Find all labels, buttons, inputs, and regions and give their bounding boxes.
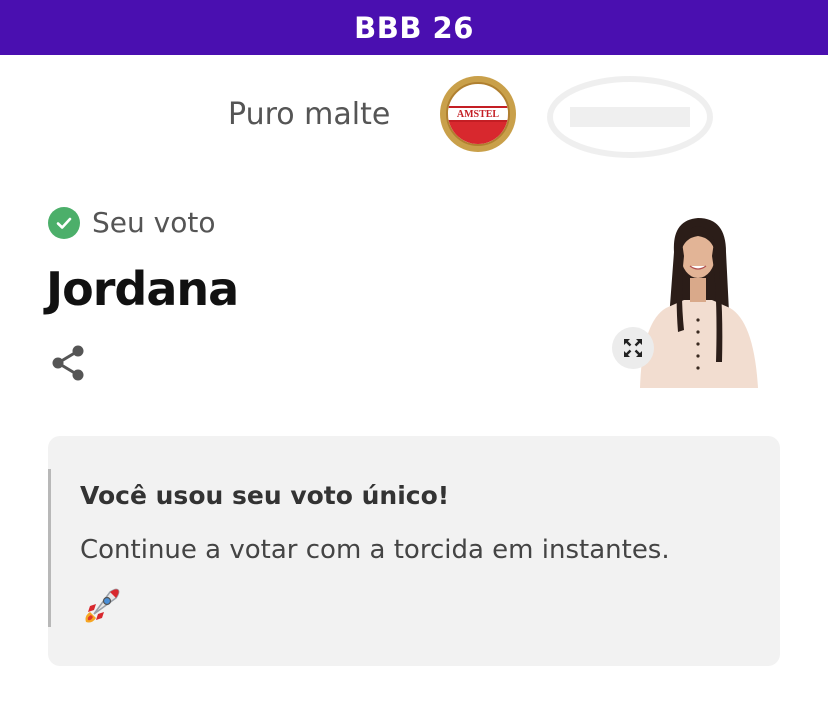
vote-status: Seu voto: [48, 206, 215, 239]
amstel-logo: AMSTEL: [440, 76, 516, 152]
rocket-icon: [85, 588, 120, 623]
vote-confirmation-card: Você usou seu voto único! Continue a vot…: [48, 436, 780, 666]
app-header: BBB 26: [0, 0, 828, 55]
logo-text: AMSTEL: [448, 106, 508, 122]
card-body: Continue a votar com a torcida em instan…: [80, 535, 670, 565]
header-title: BBB 26: [354, 10, 474, 45]
watermark-logo-icon: [547, 76, 713, 158]
expand-photo-button[interactable]: [612, 327, 654, 369]
card-title: Você usou seu voto único!: [80, 481, 450, 510]
check-circle-icon: [48, 206, 80, 239]
candidate-name: Jordana: [46, 262, 239, 316]
sponsor-banner: Puro malte AMSTEL: [0, 72, 828, 162]
card-accent-bar: [48, 469, 51, 627]
expand-icon: [624, 339, 642, 357]
share-icon[interactable]: [50, 344, 86, 382]
sponsor-label: Puro malte: [228, 97, 391, 132]
vote-status-label: Seu voto: [92, 206, 216, 239]
